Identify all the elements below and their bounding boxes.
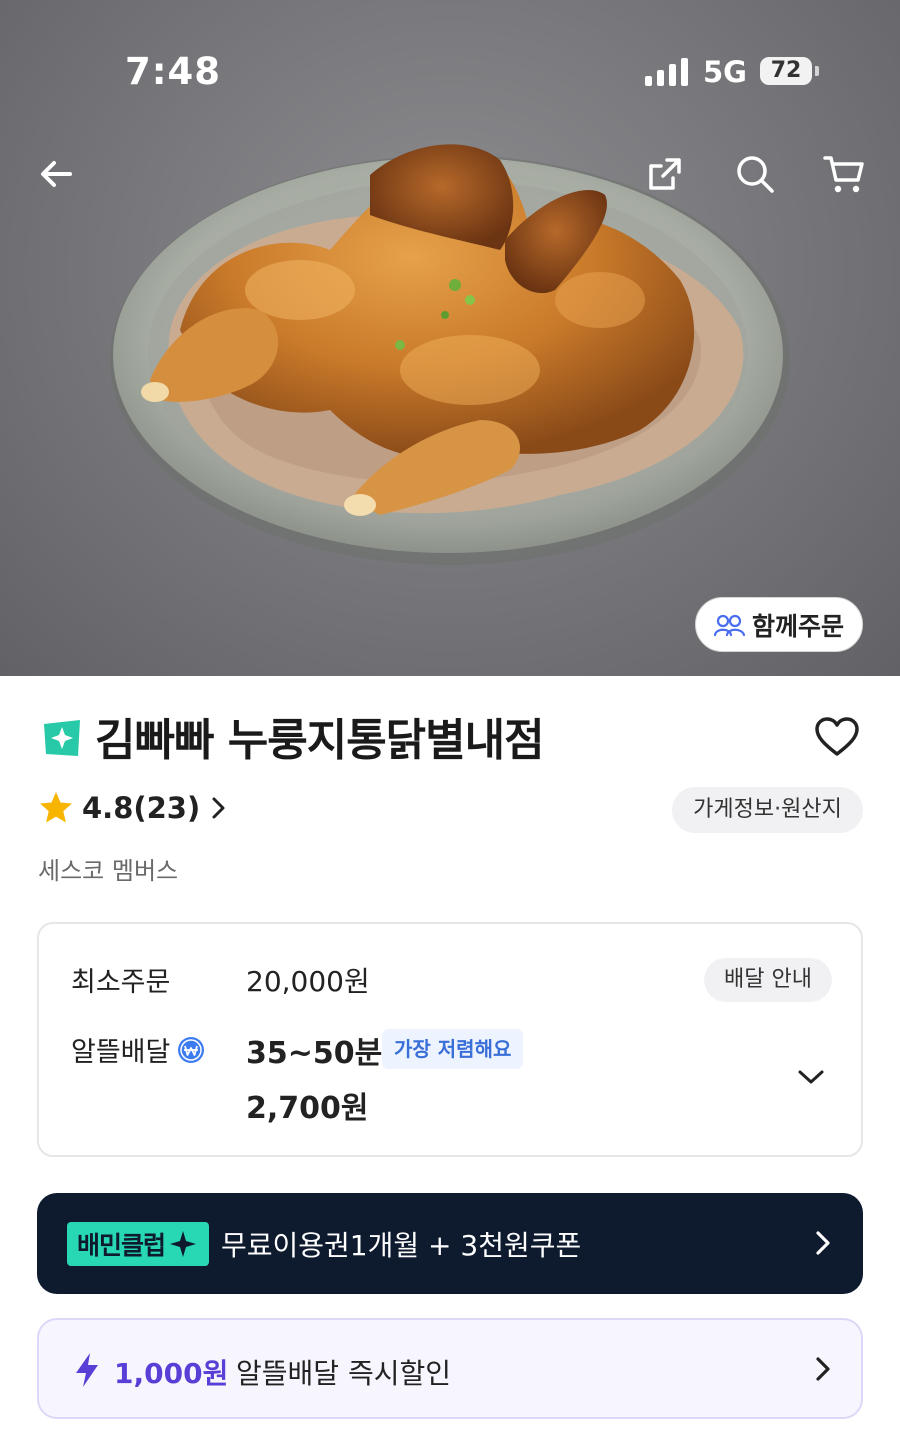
cart-button[interactable] (820, 150, 868, 198)
search-button[interactable] (731, 150, 779, 198)
club-offer-text: 무료이용권1개월 + 3천원쿠폰 (221, 1229, 582, 1262)
battery-tip (815, 66, 819, 76)
delivery-time: 35~50분 (246, 1036, 383, 1071)
store-badge-icon (44, 720, 80, 756)
min-order-label: 최소주문 (71, 967, 171, 998)
discount-chevron (805, 1351, 841, 1387)
chevron-right-icon (816, 1231, 830, 1255)
share-button[interactable] (641, 150, 689, 198)
back-arrow-icon (41, 161, 72, 187)
expand-delivery-button[interactable] (793, 1059, 829, 1095)
status-bar: 7:48 5G 72 (0, 48, 900, 100)
club-chevron (805, 1225, 841, 1261)
instant-discount-banner[interactable]: 1,000원 알뜰배달 즉시할인 (37, 1318, 863, 1419)
delivery-info-card: 최소주문 20,000원 배달 안내 알뜰배달 35~50분 가장 저렴해요 2… (37, 922, 863, 1157)
cellular-signal-icon (645, 58, 688, 86)
share-icon (649, 158, 681, 190)
food-photo (110, 144, 790, 565)
sparkle-icon (170, 1231, 197, 1257)
discount-text: 알뜰배달 즉시할인 (236, 1357, 451, 1390)
min-order-value: 20,000원 (246, 965, 370, 998)
cheapest-badge: 가장 저렴해요 (382, 1029, 524, 1069)
baemin-club-banner[interactable]: 배민클럽 무료이용권1개월 + 3천원쿠폰 (37, 1193, 863, 1294)
delivery-type-label: 알뜰배달 (71, 1037, 171, 1068)
network-type: 5G (703, 55, 747, 89)
hero-image: 7:48 5G 72 함께주문 (0, 0, 900, 676)
membership-label: 세스코 멤버스 (38, 857, 179, 885)
chevron-right-icon (816, 1357, 830, 1381)
lightning-icon (76, 1353, 98, 1387)
group-people-icon (713, 614, 746, 636)
delivery-guide-button[interactable]: 배달 안내 (704, 958, 832, 1002)
star-icon (40, 792, 72, 823)
heart-icon (815, 717, 859, 756)
delivery-fee: 2,700원 (246, 1091, 369, 1126)
back-button[interactable] (32, 150, 80, 198)
cart-icon (823, 156, 864, 193)
chevron-right-icon (212, 797, 225, 819)
group-order-label: 함께주문 (751, 611, 844, 641)
status-time: 7:48 (125, 50, 222, 93)
rating-value: 4.8(23) (82, 791, 201, 825)
store-info-button[interactable]: 가게정보·원산지 (672, 787, 863, 833)
battery-icon: 72 (760, 57, 812, 85)
search-icon (737, 156, 774, 193)
group-order-button[interactable]: 함께주문 (695, 597, 863, 652)
store-name: 김빠빠 누룽지통닭별내점 (95, 715, 545, 766)
delivery-type: 알뜰배달 (71, 1030, 206, 1069)
chevron-down-icon (798, 1070, 824, 1084)
discount-amount: 1,000원 (114, 1357, 229, 1390)
baemin-club-badge-label: 배민클럽 (77, 1231, 166, 1260)
baemin-club-badge: 배민클럽 (67, 1222, 210, 1266)
rating-link[interactable]: 4.8(23) (38, 790, 228, 826)
won-check-badge-icon (178, 1036, 205, 1063)
favorite-button[interactable] (812, 712, 862, 762)
